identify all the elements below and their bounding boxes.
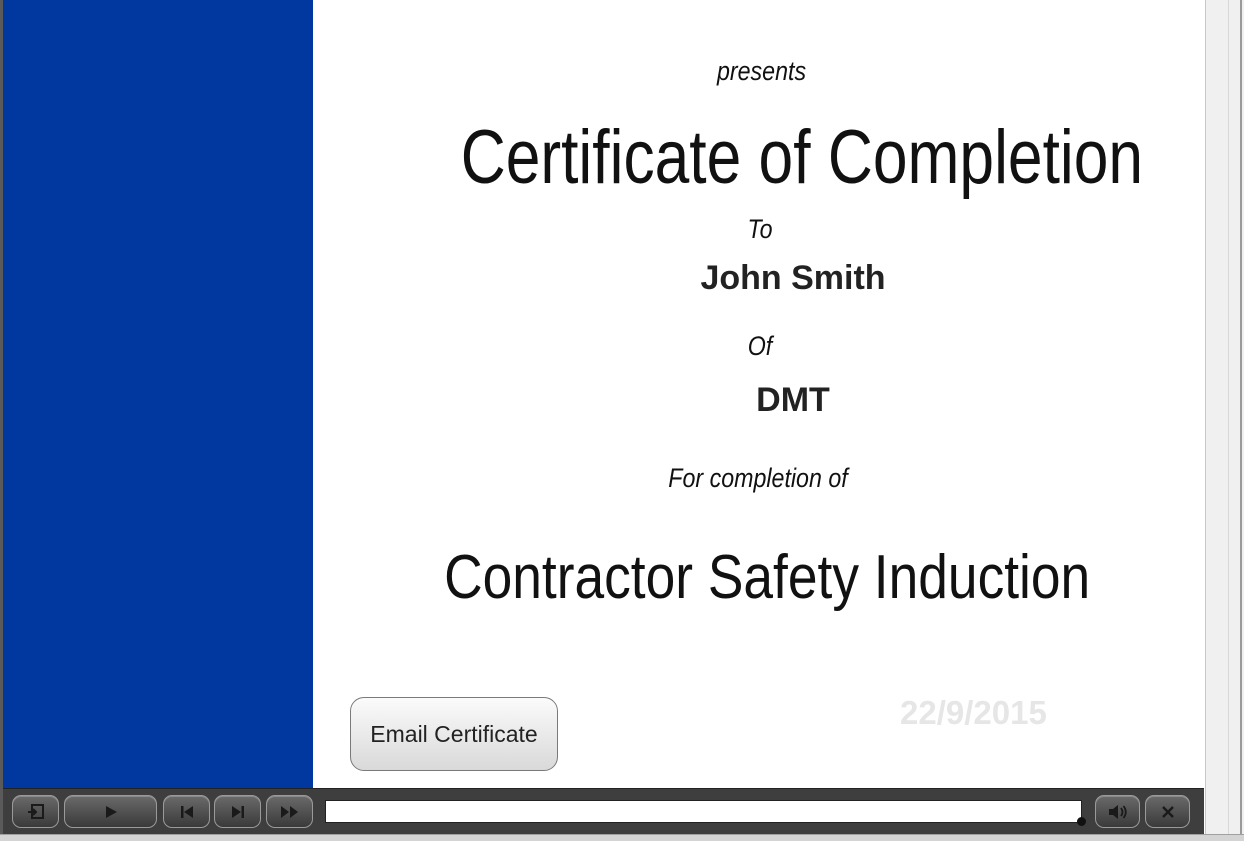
of-label: Of (747, 331, 773, 361)
play-button[interactable] (64, 795, 157, 828)
certificate-title: Certificate of Completion (460, 115, 1144, 200)
side-panel-notch (303, 0, 313, 17)
play-icon (105, 805, 117, 818)
next-button[interactable] (214, 795, 261, 828)
organization-name: DMT (756, 381, 830, 419)
window-bottom-border (0, 834, 1244, 841)
exit-icon (27, 803, 44, 819)
right-scrollbar[interactable] (1205, 0, 1244, 841)
email-certificate-button[interactable]: Email Certificate (350, 697, 558, 771)
scrollbar-track-line (1228, 0, 1229, 841)
exit-button[interactable] (12, 795, 59, 828)
side-color-panel (3, 0, 313, 788)
scrollbar-edge-line (1240, 0, 1242, 841)
course-name: Contractor Safety Induction (444, 543, 1091, 612)
progress-bar[interactable] (325, 800, 1082, 823)
close-button[interactable] (1145, 795, 1190, 828)
volume-icon (1108, 804, 1127, 819)
progress-fill (326, 801, 1081, 822)
recipient-name: John Smith (700, 259, 886, 297)
fast-forward-icon (280, 805, 298, 818)
presents-text: presents (717, 56, 807, 86)
completion-date: 22/9/2015 (900, 694, 1047, 731)
close-icon (1161, 805, 1174, 818)
fast-forward-button[interactable] (266, 795, 313, 828)
certificate-slide: presents Certificate of Completion To Jo… (313, 0, 1205, 788)
next-icon (231, 805, 244, 818)
for-completion-label: For completion of (668, 463, 848, 493)
playback-bar (3, 788, 1204, 834)
player-window: presents Certificate of Completion To Jo… (0, 0, 1244, 841)
progress-handle[interactable] (1077, 817, 1086, 826)
volume-button[interactable] (1095, 795, 1140, 828)
previous-button[interactable] (163, 795, 210, 828)
previous-icon (180, 805, 193, 818)
to-label: To (747, 214, 773, 244)
